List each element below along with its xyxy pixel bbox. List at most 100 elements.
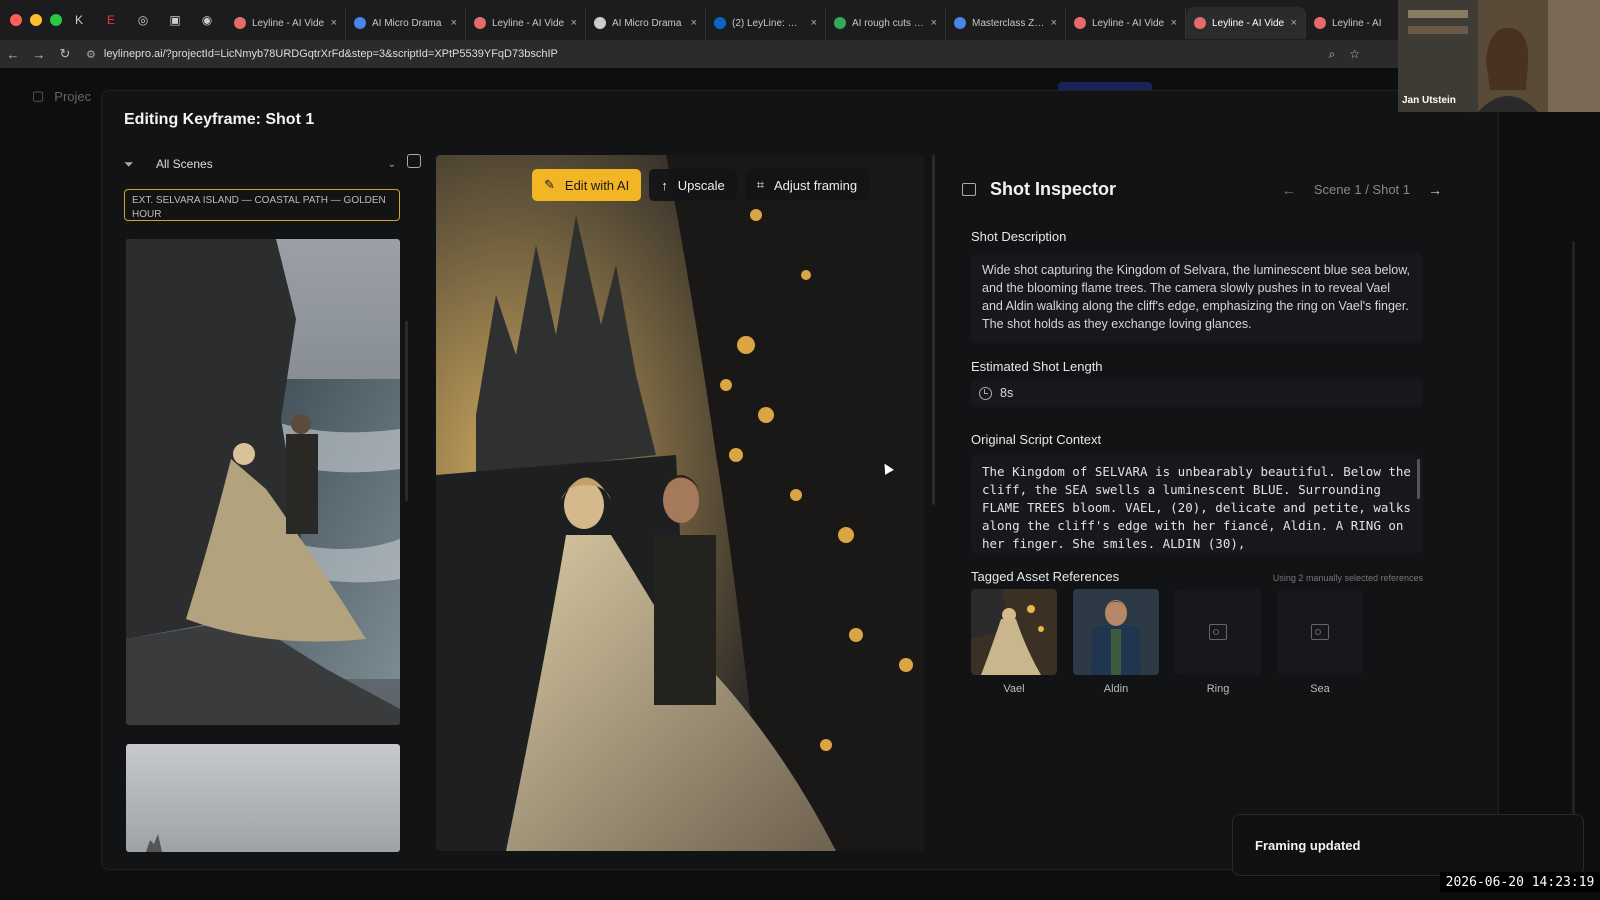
tab-favicon-icon	[1314, 17, 1326, 29]
close-tab-icon[interactable]: ×	[571, 17, 577, 29]
tab-title: Leyline - AI Vide	[1092, 17, 1165, 29]
collapse-panel-icon[interactable]	[407, 154, 421, 168]
close-tab-icon[interactable]: ×	[1291, 17, 1297, 29]
maximize-window-button[interactable]	[50, 14, 62, 26]
browser-tab[interactable]: AI Micro Drama ×	[346, 7, 466, 39]
chevron-down-icon: ⌄	[387, 158, 396, 170]
site-settings-icon[interactable]: ⚙	[86, 48, 96, 61]
zoom-icon[interactable]: ⌕	[1329, 47, 1336, 62]
tab-favicon-icon	[1194, 17, 1206, 29]
inspector-scrollbar[interactable]	[1572, 241, 1575, 821]
forward-button[interactable]: →	[26, 47, 52, 62]
adjust-framing-button[interactable]: ⌗ Adjust framing	[744, 169, 870, 201]
tab-favicon-icon	[714, 17, 726, 29]
screen: K E ◎ ▣ ◉ Leyline - AI Vide × AI Micro Dra…	[0, 0, 1600, 900]
shot-description-label: Shot Description	[971, 229, 1067, 244]
adjust-framing-label: Adjust framing	[774, 177, 858, 193]
clock-icon	[979, 386, 992, 400]
tab-title: Leyline - AI Vide	[1212, 17, 1285, 29]
script-context-label: Original Script Context	[971, 432, 1102, 447]
recording-timestamp: 2026-06-20 14:23:19	[1440, 872, 1600, 892]
tab-title: Leyline - AI Vide	[492, 17, 565, 29]
previous-shot-icon[interactable]: ←	[1282, 182, 1296, 198]
close-tab-icon[interactable]: ×	[1051, 17, 1057, 29]
script-context-scrollbar[interactable]	[1417, 459, 1420, 499]
browser-tab[interactable]: AI rough cuts - c ×	[826, 7, 946, 39]
back-button[interactable]: ←	[0, 47, 26, 62]
shot-navigation: ← Scene 1 / Shot 1 →	[1282, 182, 1442, 198]
close-tab-icon[interactable]: ×	[811, 17, 817, 29]
image-placeholder-icon	[1209, 624, 1227, 640]
keyframe-thumbnail-1[interactable]	[126, 239, 400, 725]
asset-thumbnail	[971, 589, 1057, 675]
bookmark-star-icon[interactable]: ☆	[1349, 47, 1360, 62]
edit-with-ai-button[interactable]: ✎ Edit with AI	[532, 169, 642, 201]
projects-nav[interactable]: ▢ Projec	[32, 88, 91, 104]
pinned-tab-app-icon[interactable]: ▣	[162, 7, 188, 33]
inspector-title: Shot Inspector	[990, 179, 1117, 199]
toggle-panel-icon[interactable]	[962, 183, 976, 196]
pinned-tab-circle-icon[interactable]: ◉	[194, 7, 220, 33]
edit-with-ai-label: Edit with AI	[564, 177, 630, 193]
image-toolbar: ✎ Edit with AI ↑ Upscale ⌗ Adjust framin…	[532, 169, 870, 201]
assets-note: Using 2 manually selected references	[1272, 573, 1423, 583]
inspector-header: Shot Inspector ← Scene 1 / Shot 1 →	[942, 179, 1442, 200]
minimize-window-button[interactable]	[30, 14, 42, 26]
browser-tab[interactable]: Masterclass Zoo ×	[946, 7, 1066, 39]
modal-title: Editing Keyframe: Shot 1	[124, 111, 315, 128]
close-tab-icon[interactable]: ×	[451, 17, 457, 29]
video-call-thumbnail[interactable]: Jan Utstein	[1398, 0, 1600, 112]
asset-reference-card[interactable]: Ring	[1175, 589, 1261, 695]
toast-notification: Framing updated	[1232, 814, 1584, 876]
browser-tab[interactable]: Leyline - AI Vide ×	[1186, 7, 1306, 39]
close-tab-icon[interactable]: ×	[691, 17, 697, 29]
url-text: leylinepro.ai/?projectId=LicNmyb78URDGqt…	[103, 48, 558, 60]
browser-tab[interactable]: Leyline - AI Vide ×	[226, 7, 346, 39]
asset-reference-card[interactable]: Sea	[1277, 589, 1363, 695]
tab-favicon-icon	[474, 17, 486, 29]
keyframe-thumbnail-2[interactable]	[126, 744, 400, 852]
shot-nav-label: Scene 1 / Shot 1	[1313, 182, 1410, 197]
shot-description-field[interactable]: Wide shot capturing the Kingdom of Selva…	[971, 253, 1423, 343]
tab-title: Leyline - AI Vide	[252, 17, 325, 29]
pinned-tab-e-icon[interactable]: E	[98, 7, 124, 33]
pinned-tab-k-icon[interactable]: K	[66, 7, 92, 33]
asset-reference-card[interactable]: Aldin	[1073, 589, 1159, 695]
address-bar: ← → ↻ ⚙ leylinepro.ai/?projectId=LicNmyb…	[0, 40, 1600, 68]
close-tab-icon[interactable]: ×	[1171, 17, 1177, 29]
upscale-button[interactable]: ↑ Upscale	[649, 169, 737, 201]
tab-favicon-icon	[1074, 17, 1086, 29]
browser-tab-bar: K E ◎ ▣ ◉ Leyline - AI Vide × AI Micro Dra…	[0, 0, 1600, 40]
close-tab-icon[interactable]: ×	[331, 17, 337, 29]
tab-favicon-icon	[834, 17, 846, 29]
url-field[interactable]: ⚙ leylinepro.ai/?projectId=LicNmyb78URDG…	[86, 48, 1329, 61]
asset-name: Sea	[1310, 683, 1330, 695]
left-panel-scrollbar[interactable]	[405, 321, 408, 501]
browser-tab[interactable]: Leyline - AI Vide ×	[466, 7, 586, 39]
tab-favicon-icon	[354, 17, 366, 29]
scene-select-dropdown[interactable]: All Scenes ⌄	[156, 157, 396, 171]
close-tab-icon[interactable]: ×	[931, 17, 937, 29]
projects-nav-label: Projec	[54, 88, 92, 104]
shot-length-field[interactable]: 8s	[971, 379, 1423, 407]
next-shot-icon[interactable]: →	[1428, 182, 1442, 198]
arrow-up-icon: ↑	[661, 177, 668, 193]
pinned-tab-globe-icon[interactable]: ◎	[130, 7, 156, 33]
center-scrollbar[interactable]	[932, 155, 935, 505]
close-window-button[interactable]	[10, 14, 22, 26]
asset-name: Vael	[1003, 683, 1025, 695]
reload-button[interactable]: ↻	[52, 46, 78, 62]
asset-reference-card[interactable]: Vael	[971, 589, 1057, 695]
edit-keyframe-modal: Editing Keyframe: Shot 1 ⌃ ⏷ All Scenes …	[101, 90, 1575, 870]
browser-tab[interactable]: (2) LeyLine: Con ×	[706, 7, 826, 39]
participant-name: Jan Utstein	[1402, 95, 1456, 106]
scene-heading[interactable]: EXT. SELVARA ISLAND — COASTAL PATH — GOL…	[124, 189, 400, 221]
script-context-field[interactable]: The Kingdom of SELVARA is unbearably bea…	[971, 455, 1423, 553]
assets-label: Tagged Asset References	[971, 569, 1120, 584]
tab-favicon-icon	[234, 17, 246, 29]
keyframe-preview-image[interactable]	[436, 155, 924, 851]
browser-tab[interactable]: AI Micro Drama ×	[586, 7, 706, 39]
tab-favicon-icon	[954, 17, 966, 29]
browser-tab[interactable]: Leyline - AI Vide ×	[1066, 7, 1186, 39]
tab-title: Masterclass Zoo	[972, 17, 1045, 29]
